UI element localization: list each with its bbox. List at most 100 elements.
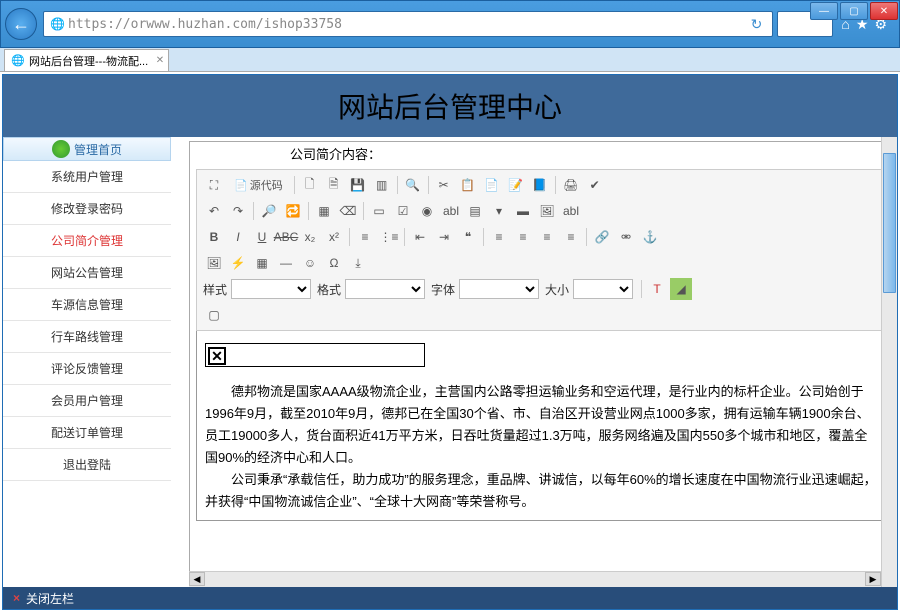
vertical-scrollbar[interactable] — [881, 137, 897, 587]
spellcheck-icon[interactable]: ✔ — [584, 174, 606, 196]
underline-icon[interactable]: U — [251, 226, 273, 248]
pagebreak-icon[interactable]: ⤓ — [347, 252, 369, 274]
format-label: 格式 — [317, 281, 341, 298]
scroll-left-icon[interactable]: ◀ — [189, 572, 205, 586]
close-button[interactable]: ✕ — [870, 2, 898, 20]
flash-icon[interactable]: ⚡ — [227, 252, 249, 274]
italic-icon[interactable]: I — [227, 226, 249, 248]
imagebutton-icon[interactable]: 🖼 — [536, 200, 558, 222]
hidden-icon[interactable]: abl — [560, 200, 582, 222]
maximize-button[interactable]: ▢ — [840, 2, 868, 20]
sidebar-item-vehicle[interactable]: 车源信息管理 — [3, 289, 171, 321]
unlink-icon[interactable]: ⚮ — [615, 226, 637, 248]
align-justify-icon[interactable]: ≡ — [560, 226, 582, 248]
print-icon[interactable]: 🖨 — [560, 174, 582, 196]
showblocks-icon[interactable]: ▢ — [203, 304, 225, 326]
style-label: 样式 — [203, 281, 227, 298]
form-icon[interactable]: ▭ — [368, 200, 390, 222]
scroll-right-icon[interactable]: ▶ — [865, 572, 881, 586]
sidebar-item-feedback[interactable]: 评论反馈管理 — [3, 353, 171, 385]
anchor-icon[interactable]: ⚓ — [639, 226, 661, 248]
olist-icon[interactable]: ≡ — [354, 226, 376, 248]
template-icon[interactable]: ▥ — [371, 174, 393, 196]
ulist-icon[interactable]: ⋮≡ — [378, 226, 400, 248]
strike-icon[interactable]: ABC — [275, 226, 297, 248]
doc-search-icon[interactable]: 🔍 — [402, 174, 424, 196]
close-sidebar-label[interactable]: 关闭左栏 — [26, 590, 74, 607]
table-icon[interactable]: ▦ — [251, 252, 273, 274]
align-center-icon[interactable]: ≡ — [512, 226, 534, 248]
checkbox-icon[interactable]: ☑ — [392, 200, 414, 222]
page-title: 网站后台管理中心 — [338, 86, 562, 126]
newpage-icon[interactable]: 🗋 — [299, 174, 321, 196]
horizontal-scrollbar[interactable]: ◀ ▶ — [189, 571, 881, 587]
radio-icon[interactable]: ◉ — [416, 200, 438, 222]
editor-body[interactable]: ✕ 德邦物流是国家AAAA级物流企业，主营国内公路零担运输业务和空运代理，是行业… — [196, 331, 886, 521]
size-select[interactable] — [573, 279, 633, 299]
redo-icon[interactable]: ↷ — [227, 200, 249, 222]
specialchar-icon[interactable]: Ω — [323, 252, 345, 274]
sidebar-item-route[interactable]: 行车路线管理 — [3, 321, 171, 353]
undo-icon[interactable]: ↶ — [203, 200, 225, 222]
sidebar-header[interactable]: 管理首页 — [3, 137, 171, 161]
preview-icon[interactable]: 🗎 — [323, 174, 345, 196]
sidebar-item-logout[interactable]: 退出登陆 — [3, 449, 171, 481]
hr-icon[interactable]: — — [275, 252, 297, 274]
sidebar-item-order[interactable]: 配送订单管理 — [3, 417, 171, 449]
copy-icon[interactable]: 📋 — [457, 174, 479, 196]
find-icon[interactable]: 🔎 — [258, 200, 280, 222]
outdent-icon[interactable]: ⇤ — [409, 226, 431, 248]
sidebar-item-notice[interactable]: 网站公告管理 — [3, 257, 171, 289]
sidebar-item-sysuser[interactable]: 系统用户管理 — [3, 161, 171, 193]
align-left-icon[interactable]: ≡ — [488, 226, 510, 248]
sidebar-item-password[interactable]: 修改登录密码 — [3, 193, 171, 225]
paste-text-icon[interactable]: 📝 — [505, 174, 527, 196]
tab-strip: 🌐 网站后台管理---物流配... ✕ — [0, 48, 900, 72]
smiley-icon[interactable]: ☺ — [299, 252, 321, 274]
quote-icon[interactable]: ❝ — [457, 226, 479, 248]
textarea-icon[interactable]: ▤ — [464, 200, 486, 222]
paste-word-icon[interactable]: 📘 — [529, 174, 551, 196]
browser-tab[interactable]: 🌐 网站后台管理---物流配... ✕ — [4, 49, 169, 71]
align-right-icon[interactable]: ≡ — [536, 226, 558, 248]
back-button[interactable]: ← — [5, 8, 37, 40]
select-icon[interactable]: ▾ — [488, 200, 510, 222]
bgcolor-icon[interactable]: ◢ — [670, 278, 692, 300]
tab-close-icon[interactable]: ✕ — [156, 55, 164, 66]
browser-toolbar: ← 🌐 https://orwww.huzhan.com/ishop33758 … — [0, 0, 900, 48]
tab-title: 网站后台管理---物流配... — [29, 53, 148, 69]
textfield-icon[interactable]: abl — [440, 200, 462, 222]
scrollbar-thumb[interactable] — [883, 153, 896, 293]
window-controls: — ▢ ✕ — [810, 2, 898, 20]
style-select[interactable] — [231, 279, 311, 299]
content-paragraph-1: 德邦物流是国家AAAA级物流企业，主营国内公路零担运输业务和空运代理，是行业内的… — [205, 381, 877, 469]
save-icon[interactable]: 💾 — [347, 174, 369, 196]
selectall-icon[interactable]: ▦ — [313, 200, 335, 222]
removeformat-icon[interactable]: ⌫ — [337, 200, 359, 222]
replace-icon[interactable]: 🔁 — [282, 200, 304, 222]
broken-image-placeholder: ✕ — [205, 343, 425, 367]
source-button[interactable]: 📄源代码 — [227, 174, 290, 196]
paste-icon[interactable]: 📄 — [481, 174, 503, 196]
address-bar[interactable]: 🌐 https://orwww.huzhan.com/ishop33758 ↻ — [43, 11, 773, 37]
button-icon[interactable]: ▬ — [512, 200, 534, 222]
refresh-icon[interactable]: ↻ — [747, 16, 767, 33]
sidebar-item-member[interactable]: 会员用户管理 — [3, 385, 171, 417]
close-sidebar-icon[interactable]: × — [13, 591, 20, 605]
format-select[interactable] — [345, 279, 425, 299]
indent-icon[interactable]: ⇥ — [433, 226, 455, 248]
sidebar-header-label: 管理首页 — [74, 141, 122, 158]
superscript-icon[interactable]: x² — [323, 226, 345, 248]
link-icon[interactable]: 🔗 — [591, 226, 613, 248]
maximize-icon[interactable]: ⛶ — [203, 174, 225, 196]
font-select[interactable] — [459, 279, 539, 299]
image-icon[interactable]: 🖼 — [203, 252, 225, 274]
cut-icon[interactable]: ✂ — [433, 174, 455, 196]
subscript-icon[interactable]: x₂ — [299, 226, 321, 248]
bold-icon[interactable]: B — [203, 226, 225, 248]
broken-image-icon: ✕ — [208, 347, 226, 365]
minimize-button[interactable]: — — [810, 2, 838, 20]
textcolor-icon[interactable]: T — [646, 278, 668, 300]
content: 公司简介内容： ⛶ 📄源代码 🗋 🗎 💾 ▥ 🔍 — [171, 137, 897, 587]
sidebar-item-company[interactable]: 公司简介管理 — [3, 225, 171, 257]
